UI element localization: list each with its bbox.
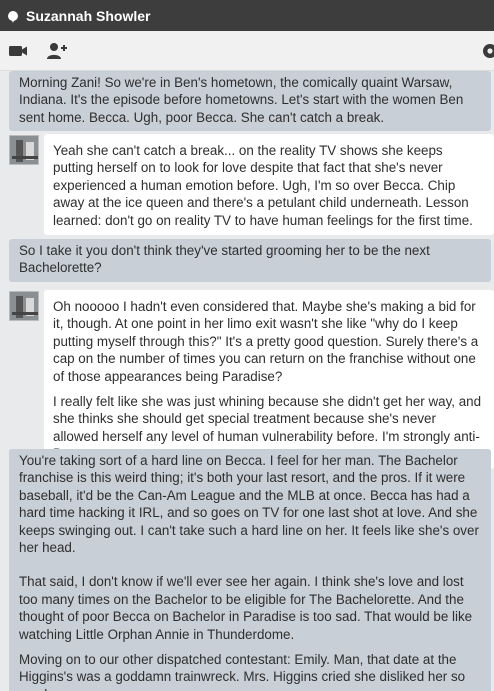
avatar[interactable] (9, 291, 39, 321)
location-pin-icon (8, 10, 18, 23)
video-camera-icon[interactable] (8, 41, 30, 61)
gear-icon[interactable] (480, 41, 494, 61)
avatar[interactable] (9, 135, 39, 165)
window-titlebar: Suzannah Showler (0, 0, 494, 31)
message-text: Morning Zani! So we're in Ben's hometown… (19, 75, 464, 125)
message-bubble-outgoing: So I take it you don't think they've sta… (9, 239, 491, 282)
message-bubble-incoming: Yeah she can't catch a break... on the r… (44, 134, 494, 236)
message-text: That said, I don't know if we'll ever se… (19, 574, 473, 642)
message-text: Yeah she can't catch a break... on the r… (53, 143, 473, 228)
message-list[interactable]: Morning Zani! So we're in Ben's hometown… (0, 71, 494, 691)
message-bubble-outgoing: You're taking sort of a hard line on Bec… (9, 449, 491, 691)
contact-name: Suzannah Showler (26, 7, 151, 24)
message-bubble-outgoing: Morning Zani! So we're in Ben's hometown… (9, 71, 491, 132)
message-text: Moving on to our other dispatched contes… (19, 652, 466, 691)
message-text: So I take it you don't think they've sta… (19, 243, 430, 276)
add-user-icon[interactable] (46, 41, 68, 61)
chat-toolbar (0, 31, 494, 71)
message-text: Oh nooooo I hadn't even considered that.… (53, 299, 479, 384)
message-bubble-incoming: Oh nooooo I hadn't even considered that.… (44, 290, 494, 469)
message-text: You're taking sort of a hard line on Bec… (19, 453, 479, 556)
